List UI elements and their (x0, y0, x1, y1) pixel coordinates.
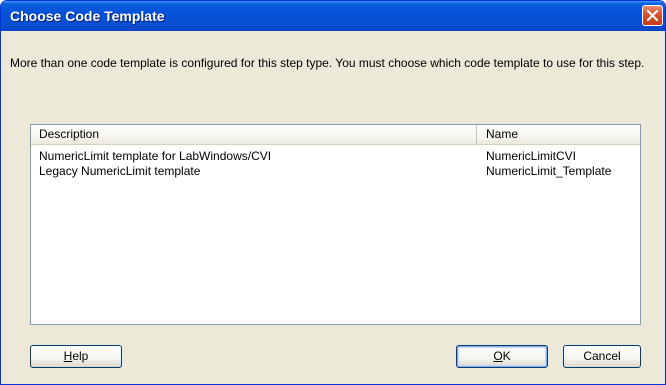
row-description: Legacy NumericLimit template (39, 164, 201, 178)
title-bar[interactable]: Choose Code Template (1, 1, 665, 31)
ok-button[interactable]: OK (456, 345, 548, 368)
row-name: NumericLimitCVI (486, 149, 577, 163)
column-header-name[interactable]: Name (478, 125, 638, 144)
template-list[interactable]: Description Name NumericLimit template f… (30, 124, 641, 325)
row-description: NumericLimit template for LabWindows/CVI (39, 149, 272, 163)
dialog-title: Choose Code Template (10, 8, 165, 24)
close-icon (647, 10, 658, 21)
close-button[interactable] (642, 5, 663, 26)
instruction-message: More than one code template is configure… (10, 56, 645, 70)
row-name: NumericLimit_Template (486, 164, 612, 178)
list-item[interactable]: Legacy NumericLimit template NumericLimi… (31, 164, 640, 179)
ok-button-label: OK (493, 349, 511, 363)
help-button[interactable]: Help (30, 345, 122, 368)
list-header: Description Name (31, 125, 640, 145)
help-button-label: Help (63, 349, 89, 363)
cancel-button[interactable]: Cancel (563, 345, 641, 368)
list-item[interactable]: NumericLimit template for LabWindows/CVI… (31, 149, 640, 164)
cancel-button-label: Cancel (583, 349, 621, 363)
column-header-description[interactable]: Description (31, 125, 477, 144)
choose-code-template-dialog: Choose Code Template More than one code … (0, 0, 666, 385)
list-rows: NumericLimit template for LabWindows/CVI… (31, 149, 640, 179)
